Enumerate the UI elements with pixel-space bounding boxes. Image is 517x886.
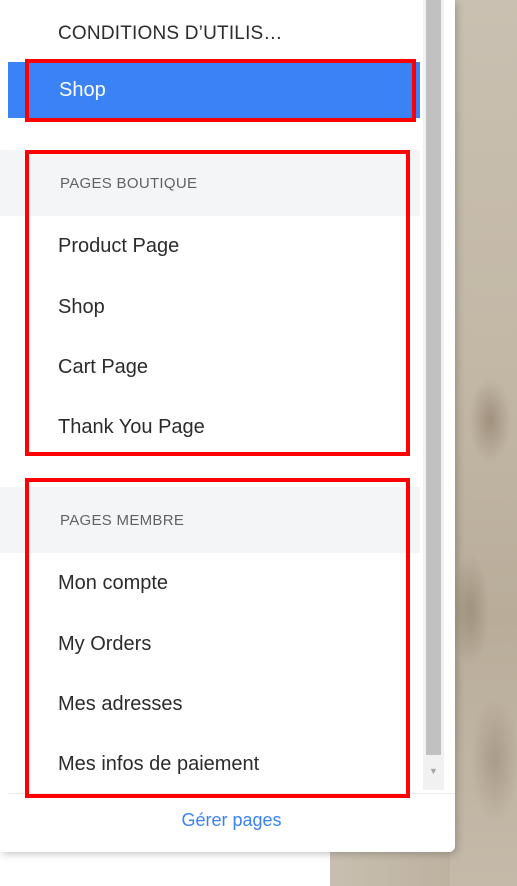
section-header-pages-boutique: PAGES BOUTIQUE bbox=[8, 150, 420, 216]
menu-item-shop[interactable]: Shop bbox=[8, 279, 420, 335]
manage-pages-link[interactable]: Gérer pages bbox=[8, 810, 455, 836]
scrollbar-thumb[interactable] bbox=[426, 0, 441, 755]
menu-item-conditions[interactable]: CONDITIONS D’UTILIS… bbox=[8, 6, 420, 62]
scroll-down-arrow-icon[interactable]: ▼ bbox=[426, 764, 441, 779]
menu-item-cart-page[interactable]: Cart Page bbox=[8, 339, 420, 395]
pages-menu-panel: CONDITIONS D’UTILIS… Shop PAGES BOUTIQUE… bbox=[0, 0, 455, 852]
menu-item-my-orders[interactable]: My Orders bbox=[8, 616, 420, 672]
background-photo-strip bbox=[330, 850, 450, 886]
section-header-pages-membre: PAGES MEMBRE bbox=[8, 487, 420, 553]
menu-item-product-page[interactable]: Product Page bbox=[8, 218, 420, 274]
section-gutter bbox=[0, 487, 8, 553]
menu-item-mes-infos-de-paiement[interactable]: Mes infos de paiement bbox=[8, 736, 420, 792]
menu-item-shop-selected[interactable]: Shop bbox=[8, 62, 420, 118]
menu-item-mes-adresses[interactable]: Mes adresses bbox=[8, 676, 420, 732]
footer-divider bbox=[8, 793, 455, 794]
section-gutter bbox=[0, 150, 8, 216]
menu-item-mon-compte[interactable]: Mon compte bbox=[8, 555, 420, 611]
menu-item-thank-you-page[interactable]: Thank You Page bbox=[8, 399, 420, 455]
background-photo bbox=[450, 0, 517, 886]
